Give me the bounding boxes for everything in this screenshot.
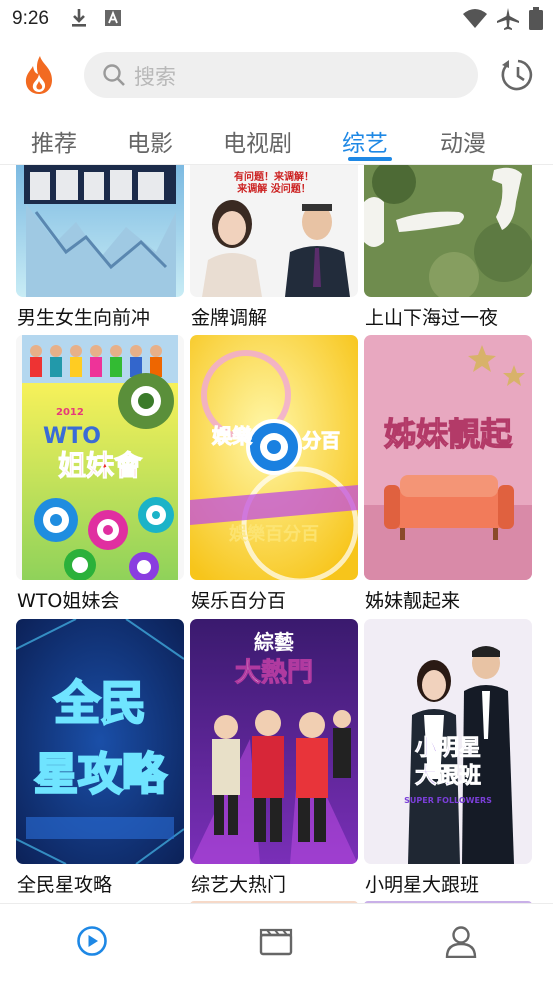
svg-text:分百: 分百 [302, 430, 340, 452]
show-poster: 姊妹靚起 [364, 335, 532, 580]
status-time: 9:26 [12, 8, 49, 29]
search-bar[interactable]: 搜索 [84, 52, 478, 98]
category-tabs: 推荐 电影 电视剧 综艺 动漫 [0, 112, 553, 165]
show-card[interactable]: 2012 WTO 姐妹會 WTO姐妹会 [16, 335, 184, 615]
svg-text:姐妹會: 姐妹會 [58, 449, 143, 482]
search-placeholder: 搜索 [134, 65, 176, 89]
svg-text:綜藝: 綜藝 [254, 630, 294, 654]
poster-year: 2012 [56, 407, 84, 418]
show-title: 上山下海过一夜 [365, 307, 499, 329]
show-title: 综艺大热门 [191, 874, 287, 896]
show-poster: 綜藝 大熱門 [190, 619, 358, 864]
a-badge-icon [103, 7, 123, 33]
svg-text:大跟班: 大跟班 [415, 764, 481, 789]
show-poster: 全民 星攻略 [16, 619, 184, 864]
battery-icon [529, 7, 543, 35]
show-card[interactable]: 綜藝 大熱門 综艺大热门 [190, 619, 358, 899]
bottom-nav [0, 903, 553, 984]
search-icon [102, 63, 126, 91]
show-title: 小明星大跟班 [365, 874, 480, 896]
show-title: 娱乐百分百 [191, 590, 287, 612]
tab-tv-series[interactable]: 电视剧 [223, 124, 292, 158]
show-card[interactable]: 有问题！来调解！ 来调解 没问题！ 金牌调解 [190, 165, 358, 335]
flame-logo[interactable] [22, 54, 56, 96]
show-poster: 娛樂 分百 娛樂百分百 [190, 335, 358, 580]
play-circle-icon[interactable] [76, 925, 108, 961]
svg-text:小明星: 小明星 [415, 736, 481, 761]
status-bar: 9:26 [0, 0, 553, 38]
show-title: 姊妹靓起来 [365, 590, 461, 612]
show-title: 全民星攻略 [17, 874, 113, 896]
show-card[interactable]: 上山下海过一夜 [364, 165, 532, 335]
active-tab-indicator [348, 157, 392, 161]
show-poster [16, 165, 184, 297]
show-poster: 有问题！来调解！ 来调解 没问题！ [190, 165, 358, 297]
poster-subtext: SUPER FOLLOWERS [404, 796, 492, 805]
history-clock-icon[interactable] [499, 56, 537, 98]
svg-text:来调解 没问题！: 来调解 没问题！ [236, 182, 310, 195]
svg-text:WTO: WTO [43, 424, 101, 449]
tab-variety[interactable]: 综艺 [342, 124, 388, 158]
download-icon [69, 7, 89, 33]
show-grid: 男生女生向前冲 有问题！来调解！ 来调解 没问题！ 金牌调解 上山下海过一夜 2… [0, 165, 553, 903]
tab-movies[interactable]: 电影 [127, 124, 173, 158]
show-title: WTO姐妹会 [17, 590, 120, 612]
svg-text:娛樂百分百: 娛樂百分百 [228, 523, 319, 545]
airplane-icon [496, 7, 520, 35]
tab-recommend[interactable]: 推荐 [31, 124, 77, 158]
show-card[interactable]: 姊妹靚起 姊妹靓起来 [364, 335, 532, 615]
svg-text:姊妹靚起: 姊妹靚起 [384, 415, 513, 453]
svg-text:大熱門: 大熱門 [235, 658, 313, 688]
svg-text:星攻略: 星攻略 [34, 749, 167, 800]
show-card[interactable]: 小明星 大跟班 SUPER FOLLOWERS 小明星大跟班 [364, 619, 532, 899]
show-card[interactable]: 男生女生向前冲 [16, 165, 184, 335]
show-poster: 小明星 大跟班 SUPER FOLLOWERS [364, 619, 532, 864]
svg-text:全民: 全民 [53, 676, 146, 730]
show-title: 金牌调解 [191, 307, 268, 329]
show-poster: 2012 WTO 姐妹會 [16, 335, 184, 580]
show-card[interactable]: 娛樂 分百 娛樂百分百 娱乐百分百 [190, 335, 358, 615]
wifi-icon [462, 7, 488, 33]
svg-text:娛樂: 娛樂 [211, 424, 253, 448]
clapperboard-icon[interactable] [259, 926, 293, 960]
show-poster [364, 165, 532, 297]
show-card[interactable]: 全民 星攻略 全民星攻略 [16, 619, 184, 899]
app-header: 搜索 [0, 38, 553, 112]
tab-anime[interactable]: 动漫 [440, 124, 486, 158]
show-title: 男生女生向前冲 [17, 307, 151, 329]
poster-text: 有问题！来调解！ [234, 170, 314, 183]
user-icon[interactable] [444, 924, 478, 962]
